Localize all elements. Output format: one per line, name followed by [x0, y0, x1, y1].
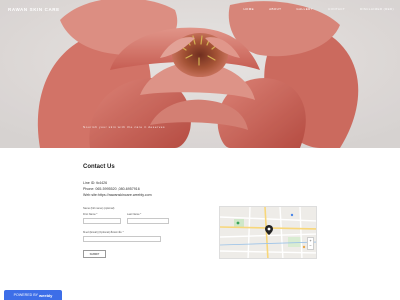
contact-section: Contact Us — [83, 164, 323, 170]
main-nav: HOME ABOUT GALLERY CONTACT DISCLAIMER (R… — [243, 7, 394, 11]
zoom-out-icon[interactable]: − — [308, 243, 313, 248]
powered-by-text: POWERED BY — [13, 293, 39, 297]
hero-banner: RAWAN SKIN CARE HOME ABOUT GALLERY CONTA… — [0, 0, 400, 148]
submit-button[interactable]: SUBMIT — [83, 250, 106, 258]
contact-info: Line ID: tk4426 Phone: 065-5995520 ,080-… — [83, 180, 152, 198]
name-label: Name (full name) (optional) — [83, 207, 115, 210]
peony-flower-image — [0, 0, 400, 148]
last-name-input[interactable] — [127, 218, 169, 224]
weebly-logo-text: weebly — [39, 292, 53, 298]
site-logo[interactable]: RAWAN SKIN CARE — [8, 7, 60, 12]
powered-by-weebly-badge[interactable]: POWERED BY weebly — [4, 290, 62, 300]
nav-item-contact[interactable]: CONTACT — [328, 7, 345, 11]
top-navigation-bar: RAWAN SKIN CARE HOME ABOUT GALLERY CONTA… — [0, 0, 400, 20]
website-text: Web site:https://rawanskincare.weebly.co… — [83, 193, 152, 197]
first-name-label: First Name * — [83, 213, 98, 216]
contact-heading: Contact Us — [83, 164, 115, 170]
location-map[interactable]: + − — [219, 206, 317, 259]
hero-caption: Nourish your skin with the care it deser… — [83, 125, 166, 129]
nav-item-about[interactable]: ABOUT — [269, 7, 281, 11]
map-pin-icon — [265, 225, 273, 235]
map-zoom-controls[interactable]: + − — [307, 237, 314, 250]
email-label: อีเมล์ (Email) (Optional) ติดต่อกลับ * — [83, 231, 124, 234]
nav-item-disclaimer[interactable]: DISCLAIMER (RED) — [360, 7, 394, 11]
last-name-label: Last Name * — [127, 213, 142, 216]
email-input[interactable] — [83, 236, 161, 242]
nav-item-gallery[interactable]: GALLERY — [296, 7, 313, 11]
nav-item-home[interactable]: HOME — [243, 7, 254, 11]
first-name-input[interactable] — [83, 218, 121, 224]
